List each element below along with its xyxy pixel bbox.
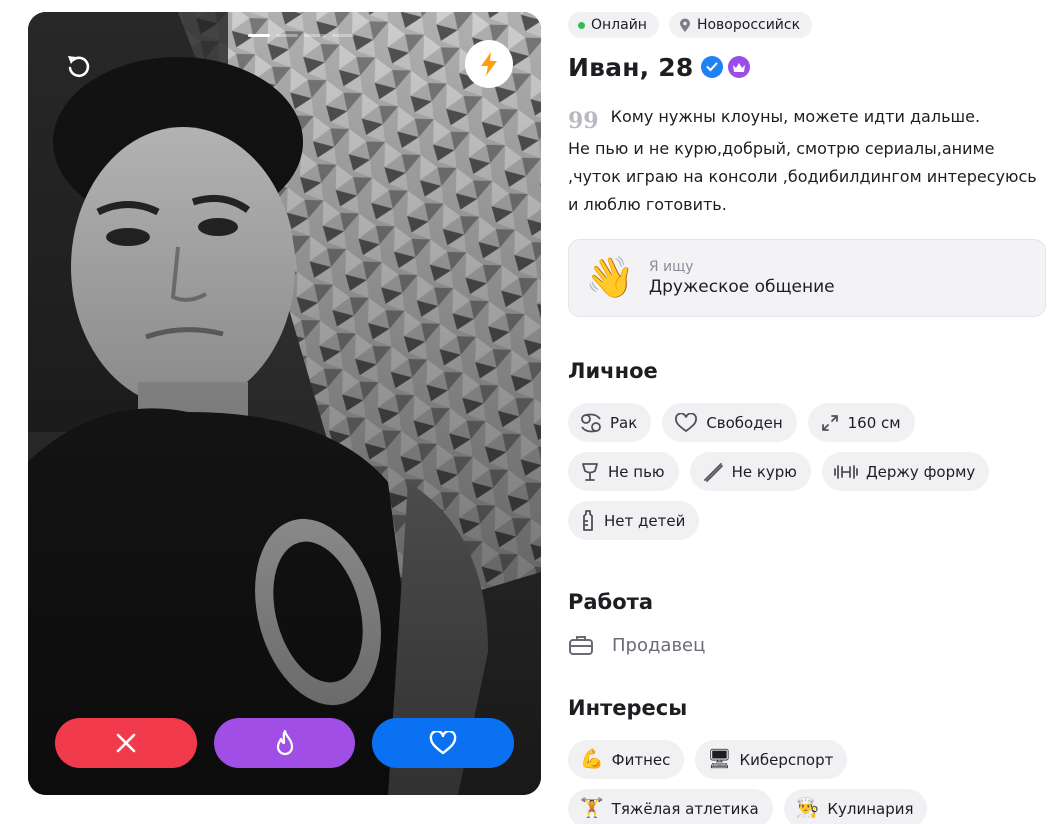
flame-icon (276, 729, 293, 756)
tag-relationship: Свободен (662, 403, 797, 442)
tag-label: Киберспорт (739, 750, 834, 769)
tag-label: Свободен (706, 413, 783, 432)
dislike-button[interactable] (55, 718, 197, 768)
online-dot-icon (578, 21, 585, 29)
work-value: Продавец (612, 634, 706, 656)
heart-outline-icon (675, 412, 698, 432)
looking-for-text: Я ищу Дружеское общение (649, 259, 835, 297)
tag-zodiac: Рак (568, 403, 652, 442)
online-status-label: Онлайн (591, 17, 647, 33)
name-row: Иван, 28 (568, 51, 1046, 83)
lightning-icon (481, 52, 497, 76)
interest-tag: 🖥 Киберспорт (695, 740, 848, 779)
tag-children: Нет детей (568, 501, 700, 540)
looking-for-label: Я ищу (648, 259, 694, 275)
computer-monitor-icon: 🖥 (707, 748, 732, 770)
city-label: Новороссийск (696, 17, 801, 33)
tag-label: Тяжёлая атлетика (611, 799, 759, 818)
personal-tags: Рак Свободен 160 см Не пью Не курю Держу… (568, 403, 1008, 540)
pager-segment[interactable] (248, 34, 270, 37)
baby-bottle-icon (583, 509, 593, 531)
undo-icon (68, 56, 90, 78)
tag-label: 160 см (847, 413, 901, 432)
location-pin-icon (679, 18, 690, 32)
dumbbell-icon (834, 464, 858, 479)
profile-info: Онлайн Новороссийск Иван, 28 99 Кому нужн… (568, 12, 1046, 824)
city-chip: Новороссийск (668, 12, 813, 38)
interest-tags: 💪 Фитнес 🖥 Киберспорт 🏋 Тяжёлая атлетика… (568, 740, 1028, 824)
status-chips: Онлайн Новороссийск (568, 12, 1046, 38)
tag-smoking: Не курю (689, 452, 811, 491)
tag-fitness: Держу форму (821, 452, 990, 491)
zodiac-cancer-icon (581, 413, 601, 432)
interests-section-title: Интересы (568, 696, 688, 720)
tag-drinking: Не пью (568, 452, 679, 491)
interest-tag: 🏋 Тяжёлая атлетика (568, 789, 773, 824)
personal-section-title: Личное (568, 359, 658, 383)
bio-text: Не пью и не курю,добрый, смотрю сериалы,… (568, 139, 1037, 214)
cook-icon: 👨‍🍳 (795, 797, 820, 819)
action-buttons (55, 718, 515, 768)
profile-photo-card[interactable] (28, 12, 541, 795)
interest-tag: 💪 Фитнес (568, 740, 685, 779)
close-icon (116, 733, 136, 753)
cigarette-icon (703, 462, 723, 482)
quote-icon: 99 (568, 108, 599, 134)
profile-photo (28, 12, 541, 795)
boost-button[interactable] (465, 40, 513, 88)
tag-label: Фитнес (611, 750, 671, 769)
super-like-button[interactable] (213, 718, 356, 768)
tag-label: Кулинария (827, 799, 914, 818)
work-section-title: Работа (568, 590, 653, 614)
waving-hand-icon: 👋 (585, 255, 635, 301)
profile-name: Иван, 28 (568, 52, 694, 82)
verified-badge-icon[interactable] (701, 56, 724, 78)
work-row: Продавец (568, 634, 1046, 656)
bio: 99 Кому нужны клоуны, можете идти дальше.… (568, 103, 1046, 219)
looking-for-card: 👋 Я ищу Дружеское общение (568, 239, 1046, 317)
looking-for-value: Дружеское общение (648, 277, 835, 297)
online-status-chip: Онлайн (568, 12, 659, 38)
pager-segment[interactable] (304, 34, 326, 37)
glass-icon (582, 462, 598, 481)
undo-button[interactable] (58, 46, 98, 86)
premium-crown-icon[interactable] (728, 56, 751, 78)
pager-segment[interactable] (276, 34, 298, 37)
like-button[interactable] (372, 718, 515, 768)
tag-label: Рак (610, 413, 638, 432)
tag-height: 160 см (807, 403, 915, 442)
flexed-biceps-icon: 💪 (580, 748, 604, 770)
heart-icon (429, 731, 457, 755)
briefcase-icon (569, 636, 593, 655)
tag-label: Не курю (731, 462, 797, 481)
weightlifter-icon: 🏋 (580, 797, 604, 819)
bio-line-1: Кому нужны клоуны, можете идти дальше. (610, 107, 981, 126)
tag-label: Не пью (608, 462, 665, 481)
pager-segment[interactable] (332, 34, 354, 37)
photo-pager (248, 34, 354, 37)
tag-label: Нет детей (604, 511, 686, 530)
interest-tag: 👨‍🍳 Кулинария (783, 789, 928, 824)
resize-arrows-icon (821, 414, 838, 431)
tag-label: Держу форму (865, 462, 976, 481)
